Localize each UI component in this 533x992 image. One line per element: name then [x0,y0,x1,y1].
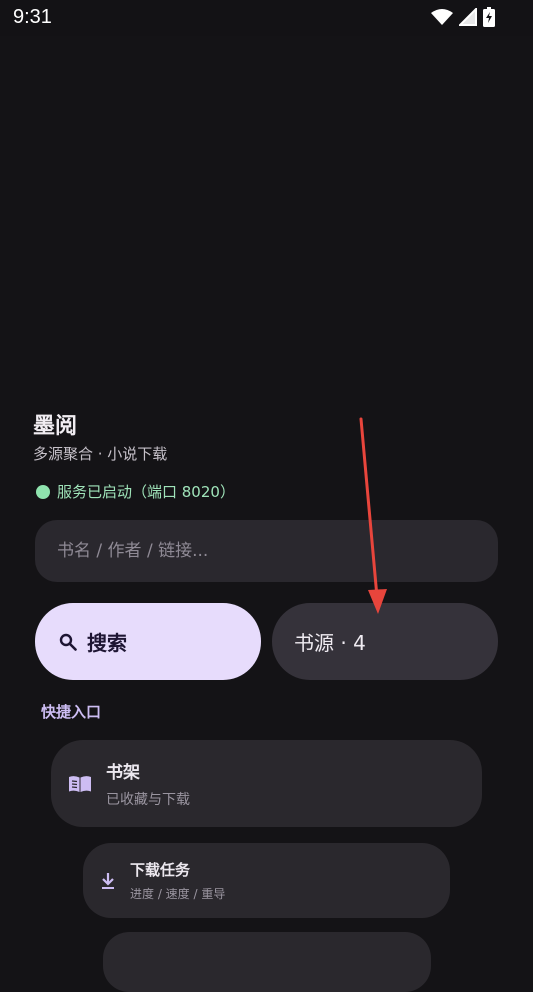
book-icon [69,775,91,792]
sources-button-label: 书源 · 4 [294,631,366,655]
sources-button[interactable]: 书源 · 4 [272,603,498,680]
wifi-icon [431,9,453,25]
service-status-text: 服务已启动（端口 8020） [57,483,235,501]
quick-entry-label: 快捷入口 [41,703,102,721]
app-title: 墨阅 [33,414,78,439]
quick-entry-card-partial[interactable] [103,932,431,992]
search-button-label: 搜索 [87,631,127,655]
download-tasks-card[interactable]: 下载任务 进度 / 速度 / 重导 [83,843,450,918]
status-bar: 9:31 [0,0,533,36]
search-icon [59,633,77,651]
download-icon [102,872,114,889]
signal-icon [459,8,477,26]
service-status: 服务已启动（端口 8020） [36,481,235,502]
app-subtitle: 多源聚合 · 小说下载 [33,445,168,463]
bookshelf-text: 书架 已收藏与下载 [106,758,190,809]
status-dot [36,484,50,499]
download-tasks-text: 下载任务 进度 / 速度 / 重导 [130,859,225,902]
download-tasks-subtitle: 进度 / 速度 / 重导 [130,887,226,901]
status-time: 9:31 [13,6,52,28]
bookshelf-subtitle: 已收藏与下载 [106,792,190,808]
search-input[interactable] [35,520,498,582]
status-icons [431,7,495,27]
bookshelf-title: 书架 [106,763,140,783]
search-button[interactable]: 搜索 [35,603,261,680]
download-tasks-title: 下载任务 [130,861,191,879]
bookshelf-card[interactable]: 书架 已收藏与下载 [51,740,482,827]
battery-icon [483,7,495,27]
